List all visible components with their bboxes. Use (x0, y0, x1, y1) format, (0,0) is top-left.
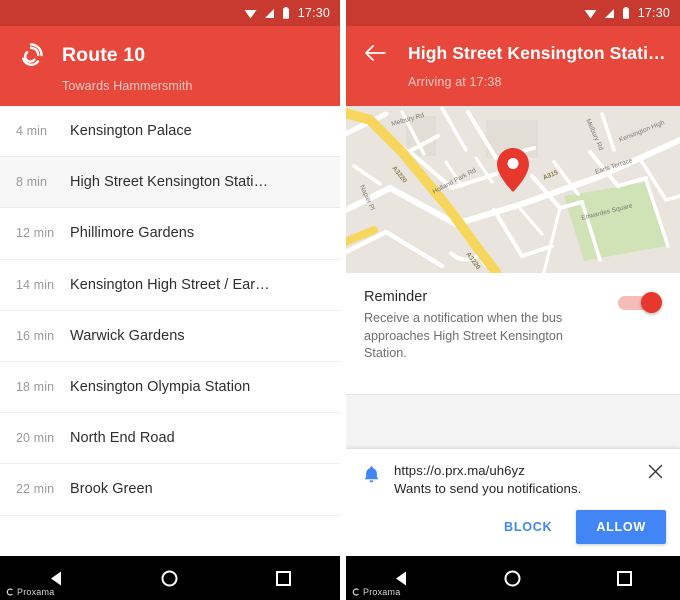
stop-eta: 18 min (16, 380, 55, 395)
right-app-bar: High Street Kensington Stati… Arriving a… (346, 26, 680, 106)
right-status-bar: 17:30 (346, 0, 680, 26)
allow-button[interactable]: ALLOW (576, 510, 666, 544)
battery-icon (282, 7, 290, 19)
list-item[interactable]: 4 min Kensington Palace (0, 106, 340, 158)
stop-eta: 14 min (16, 277, 55, 292)
permission-message: Wants to send you notifications. (394, 481, 582, 496)
permission-origin-url: https://o.prx.ma/uh6yz (394, 463, 525, 478)
stop-eta: 12 min (16, 226, 55, 241)
stop-eta: 4 min (16, 124, 48, 139)
route-title: Route 10 (62, 43, 146, 66)
back-arrow-icon[interactable] (362, 40, 388, 66)
wifi-icon (244, 8, 257, 19)
route-direction: Towards Hammersmith (62, 79, 193, 93)
stop-name: Kensington High Street / Ear… (70, 276, 270, 293)
reminder-title: Reminder (364, 289, 428, 305)
android-home-icon[interactable] (492, 557, 534, 599)
left-app-bar: Route 10 Towards Hammersmith (0, 26, 340, 106)
battery-icon (622, 7, 630, 19)
right-phone-screen: 17:30 High Street Kensington Stati… Arri… (340, 0, 680, 600)
android-recents-icon[interactable] (603, 557, 645, 599)
stop-eta: 20 min (16, 431, 55, 446)
toggle-thumb (641, 292, 662, 313)
stop-name: Brook Green (70, 481, 153, 498)
reminder-card: Reminder Receive a notification when the… (346, 273, 680, 395)
stop-name: Warwick Gardens (70, 327, 185, 344)
android-back-icon[interactable] (36, 557, 78, 599)
stop-name: Kensington Olympia Station (70, 379, 251, 396)
android-recents-icon[interactable] (262, 557, 304, 599)
list-item[interactable]: 12 min Phillimore Gardens (0, 208, 340, 260)
list-item[interactable]: 22 min Brook Green (0, 464, 340, 516)
stop-name: Kensington Palace (70, 123, 192, 140)
wifi-icon (584, 8, 597, 19)
dual-phone-screenshot: 17:30 Route 10 Towards Hammersmith 4 min (0, 0, 680, 600)
list-item[interactable]: 8 min High Street Kensington Stati… (0, 157, 340, 209)
status-time: 17:30 (297, 5, 330, 20)
stop-eta: 22 min (16, 482, 55, 497)
arrival-time: Arriving at 17:38 (408, 75, 502, 89)
status-time: 17:30 (637, 5, 670, 20)
close-icon[interactable] (644, 464, 666, 479)
reminder-description: Receive a notification when the bus appr… (364, 311, 563, 360)
reminder-toggle[interactable] (618, 292, 662, 313)
list-item[interactable]: 20 min North End Road (0, 413, 340, 465)
left-android-nav-bar: Proxama (0, 556, 340, 600)
map-view[interactable]: Melbury Rd A3220 Holland Park Rd Napier … (346, 106, 680, 273)
right-content-area: Reminder Receive a notification when the… (346, 273, 680, 556)
notification-permission-dialog: https://o.prx.ma/uh6yz Wants to send you… (346, 448, 680, 556)
content-filler (346, 395, 680, 448)
stop-list[interactable]: 4 min Kensington Palace 8 min High Stree… (0, 106, 340, 556)
bell-icon (360, 465, 382, 484)
left-status-bar: 17:30 (0, 0, 340, 26)
stop-name: North End Road (70, 430, 175, 447)
cellular-signal-icon (264, 8, 275, 19)
cellular-signal-icon (604, 8, 615, 19)
stop-eta: 8 min (16, 175, 48, 190)
list-item[interactable]: 14 min Kensington High Street / Ear… (0, 260, 340, 311)
left-phone-screen: 17:30 Route 10 Towards Hammersmith 4 min (0, 0, 340, 600)
block-button[interactable]: BLOCK (490, 512, 566, 542)
stop-title: High Street Kensington Stati… (408, 42, 664, 63)
list-item[interactable]: 18 min Kensington Olympia Station (0, 362, 340, 414)
proxama-logo-icon (16, 40, 46, 70)
stop-eta: 16 min (16, 328, 55, 343)
android-back-icon[interactable] (381, 557, 423, 599)
stop-name: High Street Kensington Stati… (70, 174, 269, 191)
stop-name: Phillimore Gardens (70, 225, 195, 242)
right-android-nav-bar: Proxama (346, 556, 680, 600)
list-item[interactable]: 16 min Warwick Gardens (0, 311, 340, 362)
android-home-icon[interactable] (149, 557, 191, 599)
